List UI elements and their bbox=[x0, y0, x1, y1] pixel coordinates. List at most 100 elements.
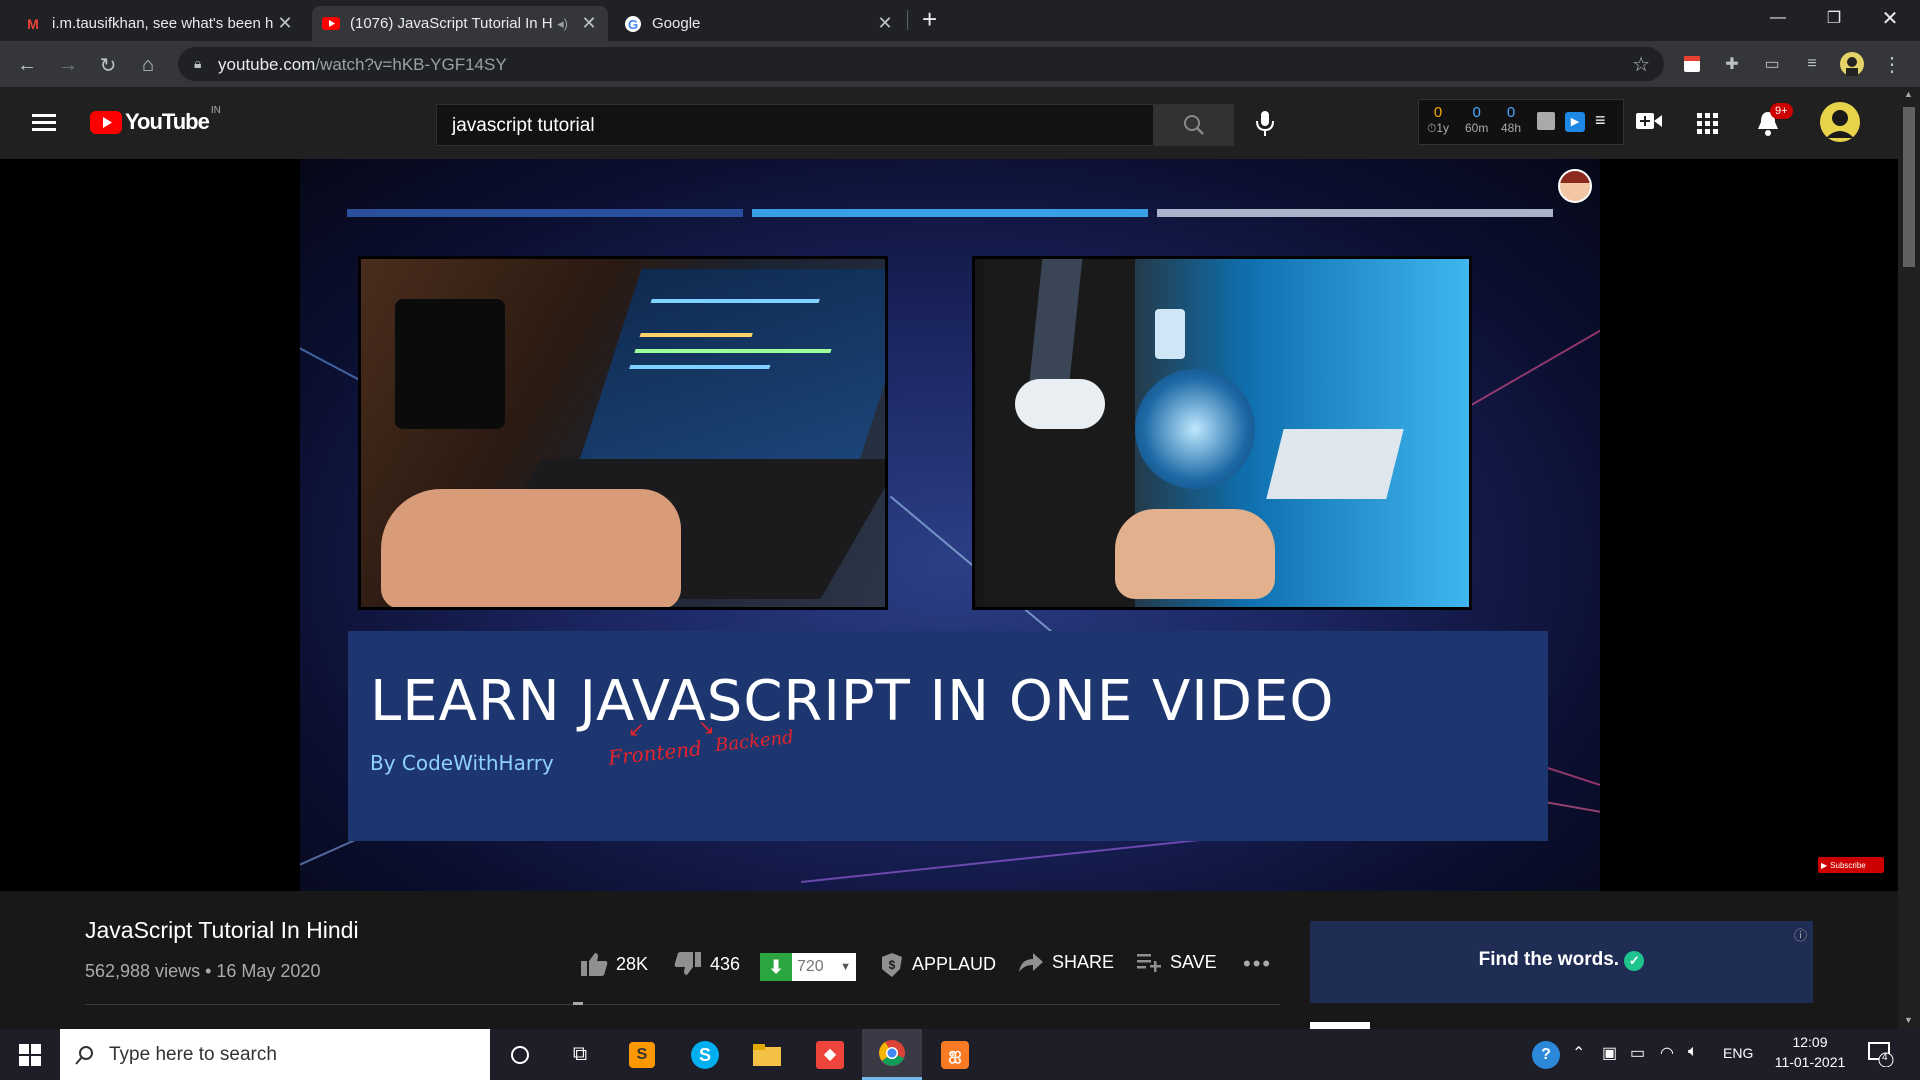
chrome-menu-icon[interactable]: ⋮ bbox=[1880, 52, 1904, 76]
chrome-taskbar-icon[interactable] bbox=[862, 1029, 922, 1080]
url-text[interactable]: youtube.com/watch?v=hKB-YGF14SY bbox=[218, 55, 507, 75]
video-thumbnail[interactable]: LEARN JAVASCRIPT IN ONE VIDEO By CodeWit… bbox=[300, 159, 1600, 891]
tab-divider bbox=[907, 10, 908, 30]
back-button[interactable]: ← bbox=[13, 51, 41, 79]
taskbar-search[interactable]: Type here to search bbox=[60, 1029, 490, 1080]
applaud-button[interactable]: $ APPLAUD bbox=[880, 951, 996, 977]
wifi-icon[interactable]: ◠ bbox=[1660, 1043, 1674, 1063]
device-icon[interactable]: ▣ bbox=[1602, 1043, 1617, 1063]
forward-button[interactable]: → bbox=[54, 51, 82, 79]
mute-tab-icon[interactable]: ◂) bbox=[557, 16, 568, 32]
tab-youtube[interactable]: (1076) JavaScript Tutorial In H ◂) ✕ bbox=[312, 6, 608, 41]
cloud-image bbox=[1015, 379, 1105, 429]
applaud-label: APPLAUD bbox=[912, 953, 997, 974]
share-button[interactable]: SHARE bbox=[1018, 951, 1114, 973]
scroll-down-icon[interactable]: ▼ bbox=[1904, 1015, 1913, 1025]
page-scrollbar[interactable]: ▲ ▼ bbox=[1898, 87, 1920, 1029]
help-icon[interactable]: ? bbox=[1532, 1041, 1560, 1069]
skype-icon[interactable]: S bbox=[675, 1029, 735, 1080]
battery-icon[interactable]: ▭ bbox=[1630, 1043, 1645, 1063]
restore-button[interactable]: ❐ bbox=[1806, 0, 1862, 36]
more-actions-icon[interactable]: ••• bbox=[1243, 951, 1272, 977]
search-input[interactable]: javascript tutorial bbox=[452, 115, 595, 137]
like-button[interactable]: 28K bbox=[580, 951, 648, 977]
video-player[interactable]: LEARN JAVASCRIPT IN ONE VIDEO By CodeWit… bbox=[0, 159, 1898, 891]
close-tab-icon[interactable]: ✕ bbox=[876, 13, 894, 34]
close-tab-icon[interactable]: ✕ bbox=[580, 13, 598, 34]
ad-info-icon[interactable]: ⓘ bbox=[1794, 925, 1807, 944]
clock[interactable]: 12:09 11-01-2021 bbox=[1770, 1034, 1850, 1070]
progress-decor-bar bbox=[1157, 209, 1553, 217]
create-video-button[interactable] bbox=[1636, 111, 1662, 136]
dislike-button[interactable]: 436 bbox=[674, 951, 740, 977]
sublime-text-icon[interactable]: S bbox=[612, 1029, 672, 1080]
close-window-button[interactable]: ✕ bbox=[1862, 0, 1918, 36]
quality-select[interactable]: 720 ▼ bbox=[792, 953, 856, 981]
browser-toolbar: ← → ↻ ⌂ 🔒︎ youtube.com/watch?v=hKB-YGF14… bbox=[0, 41, 1920, 87]
cortana-icon[interactable] bbox=[490, 1029, 550, 1080]
bookmark-star-icon[interactable]: ☆ bbox=[1632, 52, 1650, 77]
task-view-icon[interactable]: ⧉ bbox=[550, 1029, 610, 1080]
code-line bbox=[634, 349, 832, 353]
scrollbar-thumb[interactable] bbox=[1903, 107, 1915, 267]
tab-gmail[interactable]: M i.m.tausifkhan, see what's been h ✕ bbox=[14, 6, 304, 41]
file-explorer-icon[interactable] bbox=[737, 1029, 797, 1080]
apps-grid-icon[interactable] bbox=[1697, 113, 1719, 140]
xampp-icon[interactable]: ஐ bbox=[925, 1029, 985, 1080]
video-camera-icon bbox=[1636, 113, 1662, 129]
save-label: SAVE bbox=[1170, 951, 1217, 972]
volume-icon[interactable]: 🔈︎ bbox=[1688, 1043, 1698, 1061]
download-arrow-icon[interactable]: ⬇ bbox=[760, 953, 792, 981]
search-box[interactable]: javascript tutorial bbox=[436, 104, 1154, 146]
thumbnail-title: LEARN JAVASCRIPT IN ONE VIDEO bbox=[370, 669, 1335, 734]
anydesk-icon[interactable]: ◆ bbox=[800, 1029, 860, 1080]
reload-button[interactable]: ↻ bbox=[94, 51, 122, 79]
bar-chart-icon[interactable] bbox=[1537, 112, 1555, 130]
save-button[interactable]: SAVE bbox=[1136, 951, 1217, 973]
voice-search-button[interactable] bbox=[1254, 109, 1276, 142]
youtube-logo[interactable]: YouTube IN bbox=[90, 105, 221, 135]
widget-menu-icon[interactable]: ≡ bbox=[1595, 110, 1606, 131]
minimize-button[interactable]: — bbox=[1750, 0, 1806, 36]
hands-image bbox=[381, 489, 681, 607]
search-icon bbox=[75, 1045, 93, 1065]
channel-watermark-avatar[interactable] bbox=[1558, 169, 1592, 203]
decor-line bbox=[801, 837, 1219, 883]
search-button[interactable] bbox=[1154, 104, 1234, 146]
tab-google[interactable]: G Google ✕ bbox=[614, 6, 904, 41]
media-control-icon[interactable]: ≡ bbox=[1800, 52, 1824, 76]
thumbnail-banner: LEARN JAVASCRIPT IN ONE VIDEO By CodeWit… bbox=[348, 631, 1548, 841]
address-bar[interactable]: 🔒︎ youtube.com/watch?v=hKB-YGF14SY ☆ bbox=[178, 47, 1664, 81]
mug-image bbox=[395, 299, 505, 429]
notification-badge: 9+ bbox=[1770, 103, 1793, 119]
language-indicator[interactable]: ENG bbox=[1723, 1045, 1753, 1061]
hamburger-menu-icon[interactable] bbox=[32, 113, 58, 138]
hand-image bbox=[1115, 509, 1275, 599]
extension-icon[interactable] bbox=[1680, 52, 1704, 76]
extension-play-icon[interactable]: ▶ bbox=[1565, 112, 1585, 132]
svg-text:$: $ bbox=[889, 958, 896, 972]
globe-image bbox=[1135, 369, 1255, 489]
stats-widget[interactable]: 0 ⏱1y 0 60m 0 48h ▶ ≡ bbox=[1418, 99, 1624, 145]
download-widget[interactable]: ⬇ 720 ▼ bbox=[760, 953, 856, 981]
youtube-play-icon bbox=[90, 110, 122, 134]
sidebar-ad[interactable]: ⓘ Find the words. ✓ bbox=[1310, 921, 1813, 1003]
thumbs-down-icon bbox=[674, 952, 701, 975]
scroll-up-icon[interactable]: ▲ bbox=[1904, 89, 1913, 99]
business-tech-photo bbox=[972, 256, 1472, 610]
divider bbox=[85, 1004, 1280, 1005]
action-center-icon[interactable]: 4 bbox=[1868, 1041, 1894, 1072]
windows-start-icon[interactable] bbox=[0, 1029, 60, 1080]
notifications-button[interactable]: 9+ bbox=[1756, 103, 1793, 142]
account-avatar[interactable] bbox=[1820, 102, 1860, 147]
chevron-up-icon[interactable]: ⌃ bbox=[1572, 1043, 1585, 1063]
windows-taskbar: Type here to search ⧉ S S ◆ ஐ ? ⌃ ▣ ▭ ◠ … bbox=[0, 1029, 1920, 1080]
extensions-puzzle-icon[interactable]: ✚ bbox=[1720, 52, 1744, 76]
subscribe-watermark[interactable]: ▶ Subscribe bbox=[1818, 857, 1884, 873]
cast-icon[interactable]: ▭ bbox=[1760, 52, 1784, 76]
home-button[interactable]: ⌂ bbox=[134, 51, 162, 79]
new-tab-button[interactable]: + bbox=[922, 4, 937, 35]
profile-avatar[interactable] bbox=[1840, 52, 1864, 76]
close-tab-icon[interactable]: ✕ bbox=[276, 13, 294, 34]
browser-tab-strip: M i.m.tausifkhan, see what's been h ✕ (1… bbox=[0, 0, 1920, 41]
